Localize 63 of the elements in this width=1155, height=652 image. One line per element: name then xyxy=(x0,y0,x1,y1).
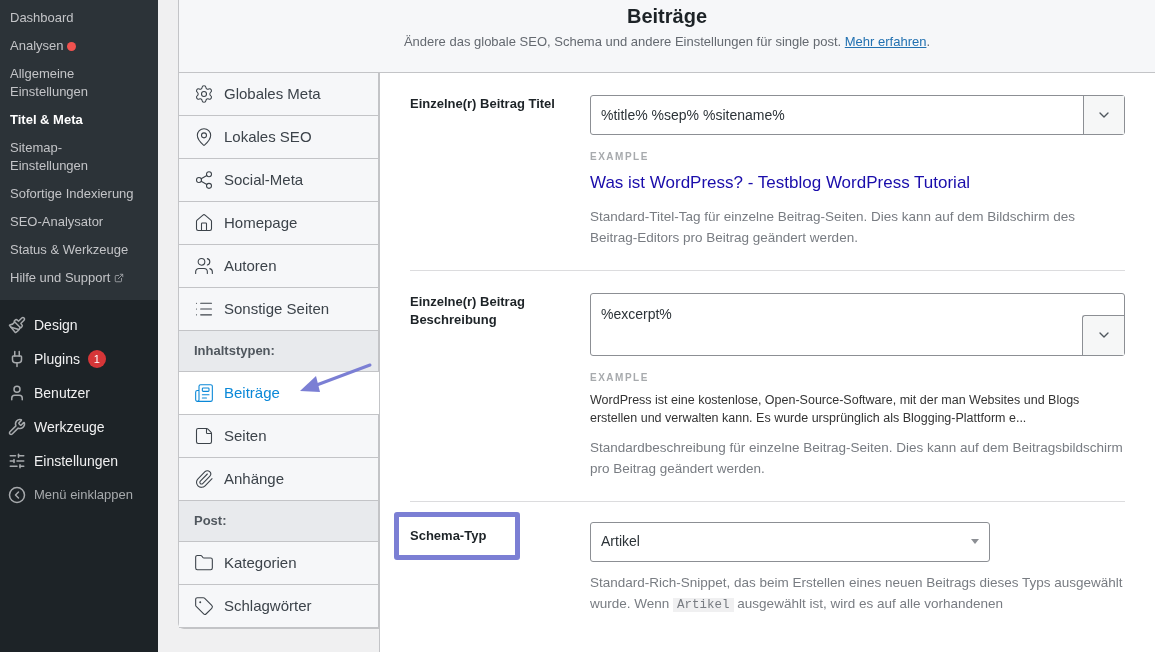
tab-icon xyxy=(194,426,214,446)
menu-item[interactable]: Design xyxy=(34,314,78,336)
collapse-icon xyxy=(8,486,26,504)
example-label: EXAMPLE xyxy=(590,150,650,164)
menu-item[interactable]: Einstellungen xyxy=(34,450,119,472)
tab-group-heading: Post: xyxy=(194,512,227,531)
example-title-preview: Was ist WordPress? - Testblog WordPress Tutorial xyxy=(590,172,972,194)
submenu-item[interactable]: Sofortige Indexierung xyxy=(10,185,134,203)
settings-tab[interactable]: Social-Meta xyxy=(179,159,379,202)
submenu-item[interactable]: Hilfe und Support xyxy=(10,269,111,287)
settings-tab[interactable]: Autoren xyxy=(179,245,379,288)
tab-icon xyxy=(194,170,214,190)
submenu-item[interactable]: Dashboard xyxy=(10,9,74,27)
description-template-field[interactable]: %excerpt% xyxy=(590,292,1125,356)
setting-label: Einzelne(r) Beitrag Titel xyxy=(410,95,556,113)
setting-help-text: Standard-Rich-Snippet, das beim Erstellen eines neuen Beitrags dieses Typs ausgewählt wurde. Wenn Artikel ausgewählt ist, wird es auf alle vorhandenen xyxy=(590,573,1124,614)
settings-tab[interactable]: Globales Meta xyxy=(179,73,379,116)
submenu-item[interactable]: Titel & Meta xyxy=(10,111,83,129)
setting-label: Einzelne(r) Beitrag Beschreibung xyxy=(410,292,526,329)
settings-tab[interactable]: Beiträge xyxy=(179,372,379,415)
title-template-field[interactable]: %title% %sep% %sitename% xyxy=(590,95,1125,135)
tab-icon xyxy=(194,596,214,616)
code-snippet: Artikel xyxy=(673,597,734,612)
dropdown-caret-icon xyxy=(971,539,979,544)
dropdown-button[interactable] xyxy=(1083,96,1124,134)
tab-icon xyxy=(194,383,214,403)
page-title: Beiträge xyxy=(627,4,707,28)
settings-tab[interactable]: Homepage xyxy=(179,202,379,245)
submenu-item[interactable]: Allgemeine Einstellungen xyxy=(10,65,135,101)
tab-group-heading: Inhaltstypen: xyxy=(194,342,275,361)
settings-tab[interactable]: Sonstige Seiten xyxy=(179,288,379,331)
submenu-item[interactable]: SEO-Analysator xyxy=(10,213,104,231)
menu-icon xyxy=(8,316,26,334)
tab-icon xyxy=(194,213,214,233)
submenu-item[interactable]: Analysen xyxy=(10,37,64,55)
menu-icon xyxy=(8,452,26,470)
tab-icon xyxy=(194,127,214,147)
menu-item[interactable]: Plugins xyxy=(34,348,80,370)
settings-tab[interactable]: Schlagwörter xyxy=(179,585,379,628)
page-subtitle: Ändere das globale SEO, Schema und andere Einstellungen für single post. Mehr erfahren. xyxy=(403,33,931,51)
settings-tab[interactable]: Kategorien xyxy=(179,542,379,585)
example-label: EXAMPLE xyxy=(590,370,650,385)
tab-icon xyxy=(194,84,214,104)
menu-icon xyxy=(8,384,26,402)
menu-item[interactable]: Werkzeuge xyxy=(34,416,105,438)
settings-tab[interactable]: Lokales SEO xyxy=(179,116,379,159)
submenu-item[interactable]: Status & Werkzeuge xyxy=(10,241,129,259)
example-description-preview: WordPress ist eine kostenlose, Open-Source-Software, mit der man Websites und Blogs erstellen und verwalten kann. Es wurde ursprünglich als Blogging-Plattform e... xyxy=(590,391,1081,427)
settings-tab[interactable]: Seiten xyxy=(179,415,379,458)
tab-icon xyxy=(194,469,214,489)
update-badge: 1 xyxy=(87,350,106,368)
setting-help-text: Standardbeschreibung für einzelne Beitrag-Seiten. Dies kann auf dem Beitragsbildschirm pro Beitrag geändert werden. xyxy=(590,438,1124,478)
settings-tab[interactable]: Anhänge xyxy=(179,458,379,501)
menu-icon xyxy=(8,418,26,436)
collapse-menu-link[interactable]: Menü einklappen xyxy=(34,485,134,505)
tab-icon xyxy=(194,256,214,276)
setting-help-text: Standard-Titel-Tag für einzelne Beitrag-Seiten. Dies kann auf dem Bildschirm des Beitrag-Editors pro Beitrag geändert werden. xyxy=(590,207,1076,247)
dropdown-button[interactable] xyxy=(1082,314,1124,355)
tab-icon xyxy=(194,553,214,573)
setting-label: Schema-Typ xyxy=(394,511,520,560)
submenu-item[interactable]: Sitemap-Einstellungen xyxy=(10,139,135,175)
schema-type-select[interactable]: Artikel xyxy=(590,521,990,562)
menu-item[interactable]: Benutzer xyxy=(34,382,91,404)
